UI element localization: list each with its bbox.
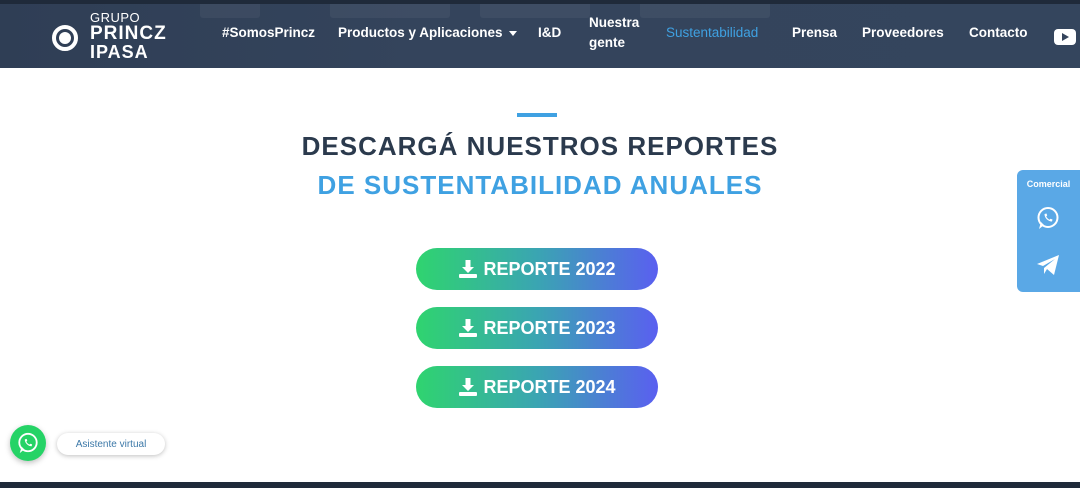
bottom-edge (0, 482, 1080, 488)
report-2023-label: REPORTE 2023 (483, 317, 616, 338)
whatsapp-icon[interactable] (1036, 206, 1060, 230)
comercial-contact-panel: Comercial (1017, 170, 1080, 292)
logo-circle-icon (52, 25, 78, 51)
background-image-fragment (480, 4, 590, 18)
whatsapp-icon (18, 432, 38, 454)
section-title-line2: DE SUSTENTABILIDAD ANUALES (317, 170, 763, 200)
nav-proveedores[interactable]: Proveedores (862, 23, 944, 43)
section-title-line1: DESCARGÁ NUESTROS REPORTES (301, 131, 779, 161)
youtube-icon[interactable] (1054, 29, 1076, 45)
nav-id[interactable]: I&D (538, 23, 561, 43)
background-image-fragment (200, 4, 260, 18)
download-icon (459, 378, 478, 396)
download-report-2024-button[interactable]: REPORTE 2024 (416, 366, 658, 408)
nav-nuestra-line1: Nuestra (589, 15, 640, 30)
download-report-2023-button[interactable]: REPORTE 2023 (416, 307, 658, 349)
report-2024-label: REPORTE 2024 (483, 376, 616, 397)
nav-productos-aplicaciones[interactable]: Productos y Aplicaciones (338, 23, 517, 43)
nav-productos-label: Productos y Aplicaciones (338, 25, 503, 40)
background-image-fragment (640, 4, 770, 18)
caret-down-icon (508, 30, 517, 36)
nav-contacto[interactable]: Contacto (969, 23, 1028, 43)
whatsapp-float-button[interactable] (10, 425, 46, 461)
background-image-fragment (330, 4, 450, 18)
comercial-label: Comercial (1026, 179, 1071, 189)
virtual-assistant-pill[interactable]: Asistente virtual (57, 433, 165, 455)
telegram-icon[interactable] (1036, 254, 1060, 276)
princz-ipasa-logo[interactable]: GRUPO PRINCZ IPASA (52, 8, 197, 64)
nav-nuestra-line2: gente (589, 35, 626, 50)
nav-prensa[interactable]: Prensa (792, 23, 837, 43)
download-report-2022-button[interactable]: REPORTE 2022 (416, 248, 658, 290)
download-icon (459, 260, 478, 278)
site-header: GRUPO PRINCZ IPASA #SomosPrincz Producto… (0, 4, 1080, 68)
nav-somosprincz[interactable]: #SomosPrincz (222, 23, 315, 43)
logo-ipasa-text: IPASA (90, 42, 149, 62)
download-icon (459, 319, 478, 337)
nav-nuestra-gente[interactable]: Nuestra gente (589, 13, 639, 53)
section-accent-bar (517, 113, 557, 117)
report-2022-label: REPORTE 2022 (483, 258, 616, 279)
nav-sustentabilidad[interactable]: Sustentabilidad (666, 23, 758, 43)
